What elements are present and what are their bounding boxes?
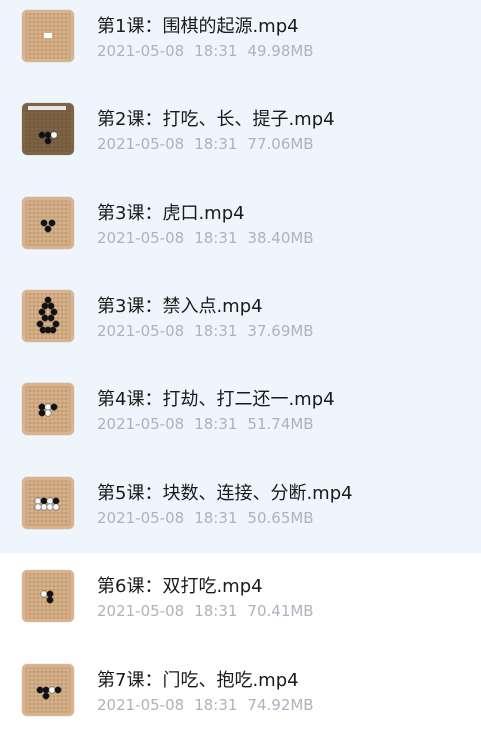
file-size: 77.06MB [247, 135, 314, 153]
file-size: 37.69MB [247, 322, 314, 340]
file-date: 2021-05-08 [97, 602, 185, 620]
file-time: 18:31 [194, 415, 238, 433]
go-board-video-thumbnail-icon [22, 570, 74, 622]
file-time: 18:31 [194, 322, 238, 340]
file-time: 18:31 [194, 509, 238, 527]
selected-items-highlight [0, 0, 481, 553]
file-size: 74.92MB [247, 696, 314, 714]
go-board-video-thumbnail-icon [22, 664, 74, 716]
file-meta: 2021-05-08 18:31 74.92MB [97, 696, 324, 714]
file-time: 18:31 [194, 42, 238, 60]
file-meta: 2021-05-08 18:31 37.69MB [97, 322, 324, 340]
file-size: 51.74MB [247, 415, 314, 433]
file-meta: 2021-05-08 18:31 51.74MB [97, 415, 324, 433]
file-name: 第6课：双打吃.mp4 [97, 576, 263, 597]
file-name: 第3课：虎口.mp4 [97, 203, 245, 224]
file-name: 第7课：门吃、抱吃.mp4 [97, 670, 299, 691]
go-board-video-thumbnail-icon [22, 10, 74, 62]
file-name: 第2课：打吃、长、提子.mp4 [97, 109, 335, 130]
file-date: 2021-05-08 [97, 42, 185, 60]
file-list-item[interactable]: 第7课：门吃、抱吃.mp4 2021-05-08 18:31 74.92MB [0, 664, 481, 724]
file-size: 50.65MB [247, 509, 314, 527]
file-list-item[interactable]: 第5课：块数、连接、分断.mp4 2021-05-08 18:31 50.65MB [0, 477, 481, 537]
file-size: 38.40MB [247, 229, 314, 247]
file-size: 70.41MB [247, 602, 314, 620]
file-time: 18:31 [194, 135, 238, 153]
file-date: 2021-05-08 [97, 509, 185, 527]
file-list-item[interactable]: 第1课：围棋的起源.mp4 2021-05-08 18:31 49.98MB [0, 10, 481, 70]
file-meta: 2021-05-08 18:31 49.98MB [97, 42, 324, 60]
file-list-item[interactable]: 第2课：打吃、长、提子.mp4 2021-05-08 18:31 77.06MB [0, 103, 481, 163]
go-board-video-thumbnail-icon [22, 197, 74, 249]
file-meta: 2021-05-08 18:31 77.06MB [97, 135, 324, 153]
file-list-item[interactable]: 第6课：双打吃.mp4 2021-05-08 18:31 70.41MB [0, 570, 481, 630]
file-name: 第1课：围棋的起源.mp4 [97, 16, 299, 37]
file-list-item[interactable]: 第3课：虎口.mp4 2021-05-08 18:31 38.40MB [0, 197, 481, 257]
file-time: 18:31 [194, 602, 238, 620]
file-name: 第4课：打劫、打二还一.mp4 [97, 389, 335, 410]
file-date: 2021-05-08 [97, 415, 185, 433]
file-list-item[interactable]: 第4课：打劫、打二还一.mp4 2021-05-08 18:31 51.74MB [0, 383, 481, 443]
file-meta: 2021-05-08 18:31 70.41MB [97, 602, 324, 620]
file-date: 2021-05-08 [97, 696, 185, 714]
file-time: 18:31 [194, 229, 238, 247]
file-date: 2021-05-08 [97, 322, 185, 340]
file-meta: 2021-05-08 18:31 38.40MB [97, 229, 324, 247]
file-list-item[interactable]: 第3课：禁入点.mp4 2021-05-08 18:31 37.69MB [0, 290, 481, 350]
file-name: 第5课：块数、连接、分断.mp4 [97, 483, 353, 504]
file-date: 2021-05-08 [97, 135, 185, 153]
file-date: 2021-05-08 [97, 229, 185, 247]
go-board-video-thumbnail-icon [22, 477, 74, 529]
go-board-video-thumbnail-icon [22, 103, 74, 155]
go-board-video-thumbnail-icon [22, 290, 74, 342]
file-time: 18:31 [194, 696, 238, 714]
file-size: 49.98MB [247, 42, 314, 60]
file-name: 第3课：禁入点.mp4 [97, 296, 263, 317]
go-board-video-thumbnail-icon [22, 383, 74, 435]
file-meta: 2021-05-08 18:31 50.65MB [97, 509, 324, 527]
